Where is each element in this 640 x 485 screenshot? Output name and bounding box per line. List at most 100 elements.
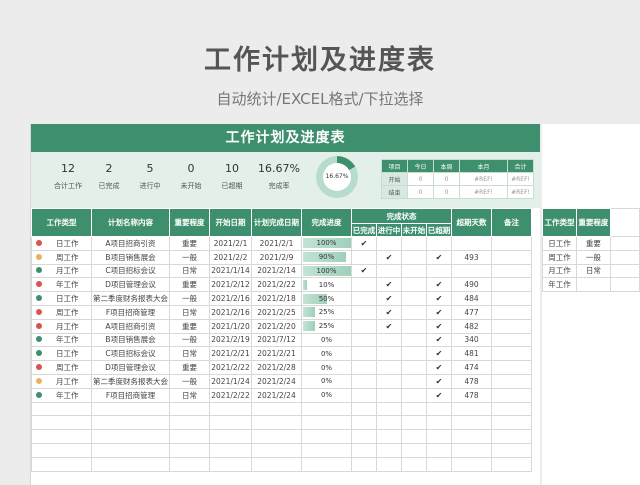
lookup-blank[interactable] [609,277,640,293]
cell-ongoing[interactable]: ✔ [376,277,402,293]
cell-start[interactable]: 2021/2/12 [209,277,252,293]
cell-end[interactable]: 2021/2/20 [251,318,302,334]
lookup-blank[interactable] [609,249,640,265]
lookup-blank[interactable] [609,236,640,251]
cell-done[interactable] [351,318,377,334]
cell-importance[interactable]: 日常 [169,387,210,403]
cell-end[interactable]: 2021/2/22 [251,277,302,293]
cell-name[interactable]: F项目招商管理 [91,387,170,403]
cell-notstarted[interactable] [401,318,427,334]
cell-note[interactable] [491,332,532,348]
cell-ongoing[interactable] [376,263,402,279]
cell-type[interactable]: 月工作 [31,318,92,334]
empty-cell[interactable] [169,456,210,472]
mini-cell[interactable]: 开始 [381,172,408,186]
cell-ongoing[interactable] [376,332,402,348]
cell-name[interactable]: A项目招商引资 [91,318,170,334]
cell-start[interactable]: 2021/2/22 [209,387,252,403]
cell-end[interactable]: 2021/2/25 [251,304,302,320]
cell-progress[interactable]: 100% [301,263,352,279]
cell-note[interactable] [491,346,532,362]
cell-type[interactable]: 日工作 [31,346,92,362]
cell-progress[interactable]: 25% [301,318,352,334]
cell-type[interactable]: 年工作 [31,277,92,293]
cell-overdue-days[interactable]: 481 [451,346,492,362]
empty-cell[interactable] [401,401,427,417]
empty-cell[interactable] [169,442,210,458]
cell-progress[interactable]: 100% [301,236,352,251]
cell-overdue-days[interactable]: 493 [451,249,492,265]
cell-notstarted[interactable] [401,291,427,306]
cell-start[interactable]: 2021/2/16 [209,291,252,306]
cell-ongoing[interactable] [376,360,402,375]
empty-cell[interactable] [91,442,170,458]
col-type[interactable]: 工作类型 [31,208,92,237]
cell-overdue-days[interactable]: 478 [451,373,492,389]
cell-done[interactable] [351,249,377,265]
cell-done[interactable] [351,360,377,375]
cell-note[interactable] [491,249,532,265]
cell-done[interactable] [351,277,377,293]
empty-cell[interactable] [251,429,302,444]
col-overdue-days[interactable]: 超期天数 [451,208,492,237]
cell-start[interactable]: 2021/2/16 [209,304,252,320]
mini-cell[interactable]: 0 [433,185,460,199]
cell-overdue-days[interactable]: 482 [451,318,492,334]
cell-type[interactable]: 年工作 [31,387,92,403]
empty-cell[interactable] [301,429,352,444]
cell-note[interactable] [491,236,532,251]
cell-importance[interactable]: 重要 [169,277,210,293]
empty-cell[interactable] [401,442,427,458]
empty-cell[interactable] [209,415,252,431]
cell-name[interactable]: B项目销售展会 [91,249,170,265]
empty-cell[interactable] [91,456,170,472]
cell-note[interactable] [491,263,532,279]
cell-type[interactable]: 月工作 [31,373,92,389]
cell-notstarted[interactable] [401,373,427,389]
lookup-col-blank[interactable] [609,208,640,237]
empty-cell[interactable] [209,401,252,417]
lookup-importance[interactable]: 日常 [575,263,611,279]
col-overdue[interactable]: 已超期 [426,223,452,237]
cell-start[interactable]: 2021/1/20 [209,318,252,334]
cell-end[interactable]: 2021/2/24 [251,373,302,389]
cell-overdue-days[interactable]: 478 [451,387,492,403]
cell-type[interactable]: 年工作 [31,332,92,348]
empty-cell[interactable] [351,415,377,431]
empty-cell[interactable] [376,429,402,444]
cell-name[interactable]: D项目管理会议 [91,277,170,293]
empty-cell[interactable] [451,456,492,472]
cell-note[interactable] [491,291,532,306]
col-notstarted[interactable]: 未开始 [401,223,427,237]
cell-notstarted[interactable] [401,346,427,362]
cell-done[interactable]: ✔ [351,263,377,279]
cell-progress[interactable]: 90% [301,249,352,265]
empty-cell[interactable] [351,401,377,417]
empty-cell[interactable] [351,456,377,472]
empty-cell[interactable] [491,415,532,431]
cell-end[interactable]: 2021/2/24 [251,387,302,403]
cell-done[interactable] [351,291,377,306]
cell-end[interactable]: 2021/2/1 [251,236,302,251]
cell-ongoing[interactable] [376,236,402,251]
empty-cell[interactable] [426,456,452,472]
cell-importance[interactable]: 日常 [169,263,210,279]
cell-start[interactable]: 2021/1/24 [209,373,252,389]
empty-cell[interactable] [351,429,377,444]
empty-cell[interactable] [169,415,210,431]
empty-cell[interactable] [451,442,492,458]
empty-cell[interactable] [426,401,452,417]
col-end[interactable]: 计划完成日期 [251,208,302,237]
cell-overdue[interactable]: ✔ [426,291,452,306]
cell-importance[interactable]: 一般 [169,332,210,348]
lookup-importance[interactable] [575,277,611,293]
cell-start[interactable]: 2021/2/19 [209,332,252,348]
empty-cell[interactable] [169,429,210,444]
cell-progress[interactable]: 0% [301,360,352,375]
cell-note[interactable] [491,304,532,320]
empty-cell[interactable] [31,456,92,472]
lookup-type[interactable]: 周工作 [542,249,577,265]
empty-cell[interactable] [91,429,170,444]
cell-notstarted[interactable] [401,263,427,279]
empty-cell[interactable] [251,456,302,472]
